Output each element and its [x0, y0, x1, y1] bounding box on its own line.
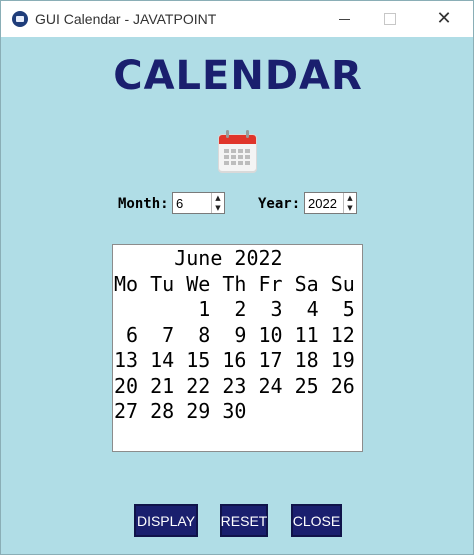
calendar-icon — [218, 130, 257, 173]
maximize-icon — [384, 13, 396, 25]
month-spinbox[interactable]: 6 ▲ ▼ — [172, 192, 225, 214]
month-label: Month: — [118, 196, 169, 212]
year-spinbox[interactable]: 2022 ▲ ▼ — [304, 192, 357, 214]
year-spin-arrows: ▲ ▼ — [343, 193, 356, 213]
close-button[interactable]: CLOSE — [291, 504, 342, 537]
month-value[interactable]: 6 — [173, 196, 211, 211]
display-button[interactable]: DISPLAY — [134, 504, 198, 537]
reset-button[interactable]: RESET — [220, 504, 268, 537]
app-window: GUI Calendar - JAVATPOINT ✕ CALENDAR Mon… — [0, 0, 474, 555]
month-up-arrow-icon[interactable]: ▲ — [212, 193, 224, 203]
year-value[interactable]: 2022 — [305, 196, 343, 211]
calendar-app-icon — [12, 11, 28, 27]
year-label: Year: — [258, 196, 301, 212]
title-bar: GUI Calendar - JAVATPOINT ✕ — [1, 1, 473, 37]
minimize-icon — [338, 18, 350, 20]
year-down-arrow-icon[interactable]: ▼ — [344, 203, 356, 213]
page-title: CALENDAR — [113, 53, 363, 99]
close-icon: ✕ — [436, 8, 452, 29]
window-close-button[interactable]: ✕ — [421, 1, 467, 37]
calendar-text: June 2022 Mo Tu We Th Fr Sa Su 1 2 3 4 5… — [114, 246, 355, 423]
year-up-arrow-icon[interactable]: ▲ — [344, 193, 356, 203]
calendar-display: June 2022 Mo Tu We Th Fr Sa Su 1 2 3 4 5… — [112, 244, 363, 452]
window-title: GUI Calendar - JAVATPOINT — [35, 11, 217, 27]
maximize-button[interactable] — [367, 1, 413, 37]
minimize-button[interactable] — [321, 1, 367, 37]
month-down-arrow-icon[interactable]: ▼ — [212, 203, 224, 213]
month-spin-arrows: ▲ ▼ — [211, 193, 224, 213]
